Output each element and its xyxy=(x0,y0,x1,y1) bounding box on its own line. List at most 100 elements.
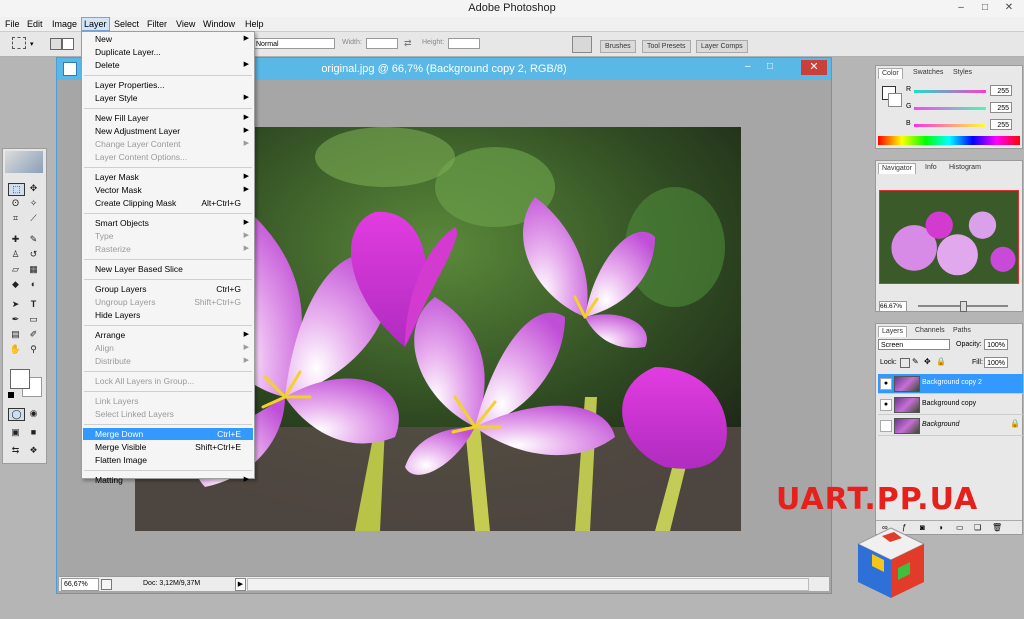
channel-r-slider[interactable] xyxy=(914,90,986,93)
menu-window[interactable]: Window xyxy=(201,17,237,31)
tab-styles[interactable]: Styles xyxy=(950,68,975,78)
tab-layer-comps[interactable]: Layer Comps xyxy=(696,40,748,53)
menu-layer[interactable]: Layer xyxy=(81,17,110,31)
hand-tool-icon[interactable]: ✋ xyxy=(8,344,23,355)
notes-tool-icon[interactable]: ▤ xyxy=(8,329,23,340)
fullscreen-mode-icon[interactable]: ■ xyxy=(26,427,41,438)
healing-brush-icon[interactable]: ✚ xyxy=(8,234,23,245)
clone-stamp-icon[interactable]: ♙ xyxy=(8,249,23,260)
pen-tool-icon[interactable]: ✒ xyxy=(8,314,23,325)
color-spectrum-ramp[interactable] xyxy=(878,136,1020,145)
default-colors-icon[interactable] xyxy=(8,392,14,398)
blur-tool-icon[interactable]: ◆ xyxy=(8,279,23,290)
navigator-zoom-field[interactable]: 66.67% xyxy=(879,301,907,312)
channel-r-value[interactable]: 255 xyxy=(990,85,1012,96)
layer-row-background[interactable]: Background 🔒 xyxy=(878,416,1023,436)
style-select[interactable]: Normal xyxy=(253,38,335,49)
fill-field[interactable]: 100% xyxy=(984,357,1008,368)
foreground-color-swatch[interactable] xyxy=(10,369,30,389)
move-tool-icon[interactable]: ✥ xyxy=(26,183,41,194)
eye-icon[interactable]: ● xyxy=(880,378,892,390)
tab-tool-presets[interactable]: Tool Presets xyxy=(642,40,691,53)
menu-item-layer-mask[interactable]: Layer Mask ▶ xyxy=(83,171,253,183)
menu-item-smart-objects[interactable]: Smart Objects ▶ xyxy=(83,217,253,229)
color-bg-swatch[interactable] xyxy=(888,93,902,107)
channel-b-slider[interactable] xyxy=(914,124,986,127)
gradient-tool-icon[interactable]: ▦ xyxy=(26,264,41,275)
jump-to-icon[interactable]: ❖ xyxy=(26,445,41,456)
menu-item-new-adjustment-layer[interactable]: New Adjustment Layer ▶ xyxy=(83,125,253,137)
adjustment-layer-icon[interactable]: ◑ xyxy=(938,523,943,532)
tab-color[interactable]: Color xyxy=(878,68,903,79)
minimize-button[interactable]: – xyxy=(952,2,970,14)
marquee-preset-icon[interactable] xyxy=(12,37,26,49)
menu-item-merge-visible[interactable]: Merge Visible Shift+Ctrl+E xyxy=(83,441,253,453)
opacity-field[interactable]: 100% xyxy=(984,339,1008,350)
maximize-button[interactable]: □ xyxy=(976,2,994,14)
layer-row-background-copy-2[interactable]: ● Background copy 2 xyxy=(878,374,1023,394)
crop-tool-icon[interactable]: ⌗ xyxy=(8,213,23,224)
menu-item-create-clipping-mask[interactable]: Create Clipping Mask Alt+Ctrl+G xyxy=(83,197,253,209)
menu-select[interactable]: Select xyxy=(112,17,141,31)
new-group-icon[interactable]: ▭ xyxy=(956,523,964,532)
tab-layers[interactable]: Layers xyxy=(878,326,908,337)
menu-item-merge-down[interactable]: Merge Down Ctrl+E xyxy=(83,428,253,440)
menu-filter[interactable]: Filter xyxy=(145,17,169,31)
imageready-icon[interactable]: ⇆ xyxy=(8,445,23,456)
channel-b-value[interactable]: 255 xyxy=(990,119,1012,130)
menu-image[interactable]: Image xyxy=(50,17,79,31)
magic-wand-icon[interactable]: ✧ xyxy=(26,198,41,209)
palette-well-icon[interactable] xyxy=(572,36,592,53)
zoom-field[interactable]: 66,67% xyxy=(61,578,99,591)
layer-row-background-copy[interactable]: ● Background copy xyxy=(878,395,1023,415)
menu-item-duplicate-layer[interactable]: Duplicate Layer... xyxy=(83,46,253,58)
type-tool-icon[interactable]: T xyxy=(26,299,41,310)
horizontal-scrollbar[interactable] xyxy=(247,578,809,591)
menu-file[interactable]: File xyxy=(3,17,22,31)
menu-view[interactable]: View xyxy=(174,17,197,31)
navigator-slider-handle[interactable] xyxy=(960,301,967,312)
menu-item-delete[interactable]: Delete ▶ xyxy=(83,59,253,71)
menu-item-group-layers[interactable]: Group Layers Ctrl+G xyxy=(83,283,253,295)
add-selection-icon[interactable] xyxy=(62,38,74,50)
quick-mask-icon[interactable]: ◉ xyxy=(26,408,41,419)
menu-item-arrange[interactable]: Arrange ▶ xyxy=(83,329,253,341)
eye-empty-icon[interactable] xyxy=(880,420,892,432)
maximize-doc-button[interactable]: □ xyxy=(767,61,781,73)
lock-brush-icon[interactable]: ✎ xyxy=(912,357,919,366)
tab-histogram[interactable]: Histogram xyxy=(946,163,984,173)
width-input[interactable] xyxy=(366,38,398,49)
status-options-icon[interactable] xyxy=(101,579,112,590)
lock-all-icon[interactable]: 🔒 xyxy=(936,357,946,366)
menu-edit[interactable]: Edit xyxy=(25,17,45,31)
slice-tool-icon[interactable]: ⟋ xyxy=(26,213,41,224)
eraser-tool-icon[interactable]: ▱ xyxy=(8,264,23,275)
eyedropper-icon[interactable]: ✐ xyxy=(26,329,41,340)
menu-item-matting[interactable]: Matting ▶ xyxy=(83,474,253,486)
menu-item-layer-properties[interactable]: Layer Properties... xyxy=(83,79,253,91)
lock-transparency-icon[interactable] xyxy=(900,358,910,368)
status-menu-arrow-icon[interactable]: ▶ xyxy=(235,578,246,591)
close-button[interactable]: ✕ xyxy=(1000,2,1018,14)
navigator-preview[interactable] xyxy=(879,190,1019,284)
blend-mode-select[interactable]: Screen xyxy=(878,339,950,350)
swap-icon[interactable]: ⇄ xyxy=(404,38,412,49)
minimize-doc-button[interactable]: – xyxy=(745,61,759,73)
menu-item-new-layer-based-slice[interactable]: New Layer Based Slice xyxy=(83,263,253,275)
new-layer-icon[interactable]: ❏ xyxy=(974,523,981,532)
menu-help[interactable]: Help xyxy=(243,17,266,31)
menu-item-hide-layers[interactable]: Hide Layers xyxy=(83,309,253,321)
standard-mode-icon[interactable]: ◯ xyxy=(8,408,25,421)
tab-navigator[interactable]: Navigator xyxy=(878,163,916,174)
tab-paths[interactable]: Paths xyxy=(950,326,974,336)
lock-move-icon[interactable]: ✥ xyxy=(924,357,931,366)
menu-item-vector-mask[interactable]: Vector Mask ▶ xyxy=(83,184,253,196)
shape-tool-icon[interactable]: ▭ xyxy=(26,314,41,325)
lasso-tool-icon[interactable]: ʘ xyxy=(8,198,23,209)
menu-item-flatten-image[interactable]: Flatten Image xyxy=(83,454,253,466)
delete-layer-icon[interactable]: 🗑 xyxy=(992,523,1002,532)
new-selection-icon[interactable] xyxy=(50,38,62,50)
dodge-tool-icon[interactable]: ◐ xyxy=(26,279,41,290)
history-brush-icon[interactable]: ↺ xyxy=(26,249,41,260)
menu-item-new[interactable]: New ▶ xyxy=(83,33,253,45)
